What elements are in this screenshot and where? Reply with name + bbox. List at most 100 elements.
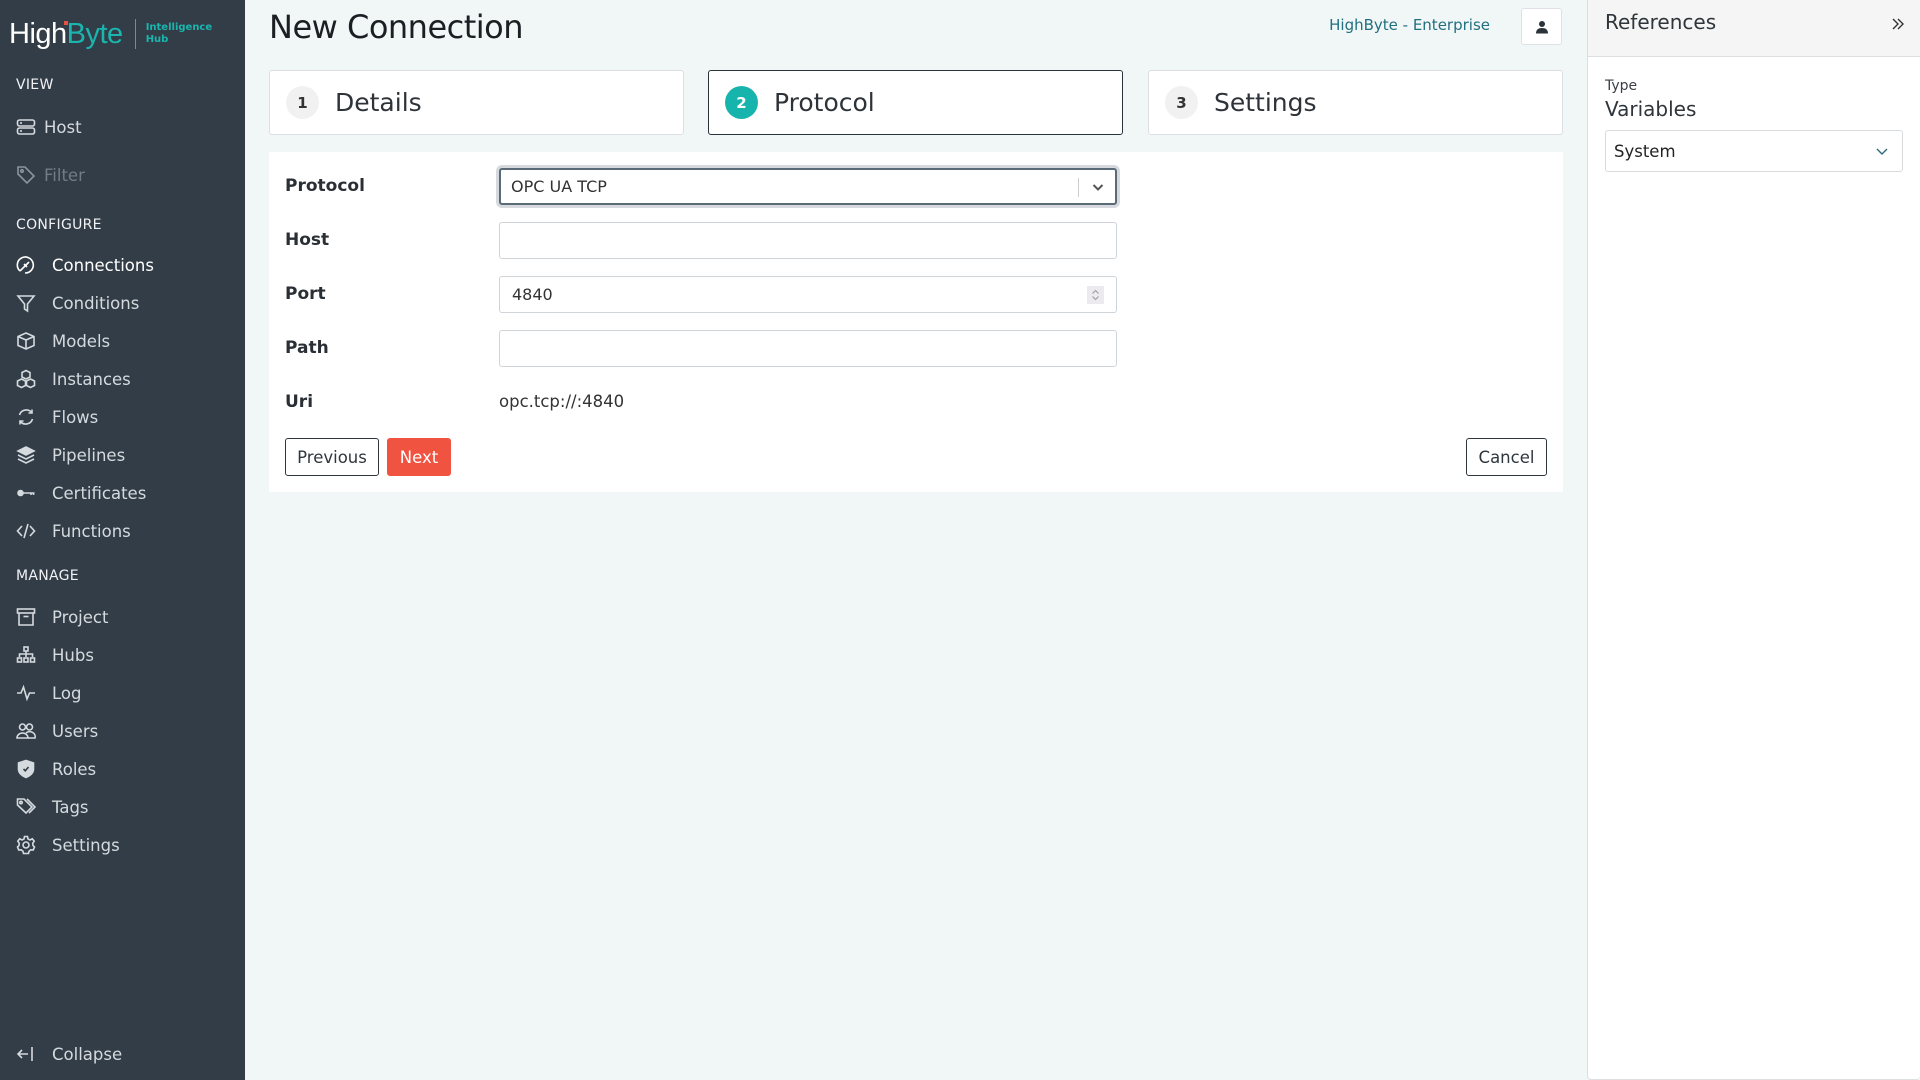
page-title: New Connection <box>269 8 524 46</box>
sidebar-item-connections[interactable]: Connections <box>15 251 235 279</box>
sidebar-item-functions[interactable]: Functions <box>15 517 235 545</box>
user-icon <box>1535 20 1548 33</box>
sidebar: High Byte Intelligence Hub VIEW Host Filt… <box>0 0 245 1080</box>
sidebar-item-hubs[interactable]: Hubs <box>15 641 235 669</box>
section-title-configure: CONFIGURE <box>16 217 102 233</box>
users-icon <box>15 720 37 742</box>
sidebar-item-models[interactable]: Models <box>15 327 235 355</box>
step-tab-settings[interactable]: 3 Settings <box>1148 70 1563 135</box>
tag-icon <box>15 164 37 186</box>
sidebar-item-users[interactable]: Users <box>15 717 235 745</box>
port-value: 4840 <box>512 285 553 304</box>
port-label: Port <box>285 284 326 304</box>
sidebar-item-pipelines[interactable]: Pipelines <box>15 441 235 469</box>
sidebar-item-label: Project <box>52 607 109 627</box>
sidebar-item-project[interactable]: Project <box>15 603 235 631</box>
host-input[interactable] <box>499 222 1117 259</box>
refresh-icon <box>15 406 37 428</box>
box-icon <box>15 330 37 352</box>
step-tab-protocol[interactable]: 2 Protocol <box>708 70 1123 135</box>
uri-value: opc.tcp://:4840 <box>499 392 625 411</box>
double-chevron-right-icon <box>1892 18 1904 30</box>
code-icon <box>15 520 37 542</box>
variables-select-value: System <box>1614 141 1676 161</box>
edition-link[interactable]: HighByte - Enterprise <box>1329 16 1490 34</box>
sidebar-item-conditions[interactable]: Conditions <box>15 289 235 317</box>
protocol-form: Protocol OPC UA TCP Host Port 4840 Path … <box>269 152 1563 492</box>
type-value: Variables <box>1605 97 1697 121</box>
sidebar-item-host[interactable]: Host <box>15 113 235 141</box>
port-spinner[interactable] <box>1087 286 1104 304</box>
sidebar-item-label: Log <box>52 683 82 703</box>
sidebar-item-certificates[interactable]: Certificates <box>15 479 235 507</box>
sidebar-item-label: Instances <box>52 369 131 389</box>
step-number: 2 <box>725 86 758 119</box>
sidebar-item-label: Hubs <box>52 645 94 665</box>
sidebar-item-label: Functions <box>52 521 131 541</box>
funnel-icon <box>15 292 37 314</box>
sidebar-item-label: Users <box>52 721 99 741</box>
type-label: Type <box>1605 78 1638 94</box>
step-label: Details <box>335 88 422 117</box>
host-label: Host <box>285 230 330 250</box>
sidebar-item-flows[interactable]: Flows <box>15 403 235 431</box>
archive-icon <box>15 606 37 628</box>
sidebar-item-label: Settings <box>52 835 120 855</box>
next-button[interactable]: Next <box>387 438 451 476</box>
variables-select[interactable]: System <box>1605 130 1903 172</box>
sidebar-item-instances[interactable]: Instances <box>15 365 235 393</box>
network-icon <box>15 644 37 666</box>
step-label: Protocol <box>774 88 875 117</box>
boxes-icon <box>15 368 37 390</box>
key-icon <box>15 482 37 504</box>
cancel-button[interactable]: Cancel <box>1466 438 1547 476</box>
protocol-select-value: OPC UA TCP <box>511 177 607 196</box>
gear-icon <box>15 834 37 856</box>
protocol-select[interactable]: OPC UA TCP <box>499 168 1117 205</box>
sidebar-item-label: Connections <box>52 255 154 275</box>
sidebar-item-label: Certificates <box>52 483 147 503</box>
step-number: 1 <box>286 86 319 119</box>
plug-icon <box>15 254 37 276</box>
chevron-down-icon <box>1876 148 1888 155</box>
sidebar-item-settings[interactable]: Settings <box>15 831 235 859</box>
sidebar-item-label: Roles <box>52 759 97 779</box>
collapse-sidebar-button[interactable]: Collapse <box>15 1040 235 1068</box>
sidebar-item-filter[interactable]: Filter <box>15 161 235 189</box>
layers-icon <box>15 444 37 466</box>
step-label: Settings <box>1214 88 1317 117</box>
tags-icon <box>15 796 37 818</box>
logo-text-high: High <box>9 17 67 50</box>
collapse-panel-button[interactable] <box>1891 12 1905 37</box>
sidebar-item-label: Filter <box>44 165 85 185</box>
uri-label: Uri <box>285 392 314 412</box>
sidebar-item-roles[interactable]: Roles <box>15 755 235 783</box>
step-number: 3 <box>1165 86 1198 119</box>
path-input[interactable] <box>499 330 1117 367</box>
collapse-left-icon <box>15 1043 37 1065</box>
logo-divider <box>134 19 136 49</box>
logo-text-byte: Byte <box>63 18 123 51</box>
activity-icon <box>15 682 37 704</box>
sidebar-item-log[interactable]: Log <box>15 679 235 707</box>
section-title-view: VIEW <box>16 77 54 93</box>
sidebar-item-label: Tags <box>52 797 89 817</box>
sidebar-item-label: Models <box>52 331 111 351</box>
references-header: References <box>1588 0 1920 57</box>
server-icon <box>15 116 37 138</box>
select-divider <box>1078 178 1079 197</box>
previous-button[interactable]: Previous <box>285 438 379 476</box>
port-input[interactable]: 4840 <box>499 276 1117 313</box>
sidebar-item-label: Pipelines <box>52 445 126 465</box>
logo-subtitle: Intelligence Hub <box>145 22 213 45</box>
references-title: References <box>1605 10 1717 34</box>
section-title-manage: MANAGE <box>16 568 79 584</box>
path-label: Path <box>285 338 329 358</box>
spinner-arrows-icon <box>1092 289 1099 301</box>
sidebar-item-label: Host <box>44 117 82 137</box>
step-tab-details[interactable]: 1 Details <box>269 70 684 135</box>
sidebar-item-tags[interactable]: Tags <box>15 793 235 821</box>
shield-icon <box>15 758 37 780</box>
highbyte-logo[interactable]: High Byte Intelligence Hub <box>9 14 212 54</box>
user-menu-button[interactable] <box>1521 8 1562 45</box>
